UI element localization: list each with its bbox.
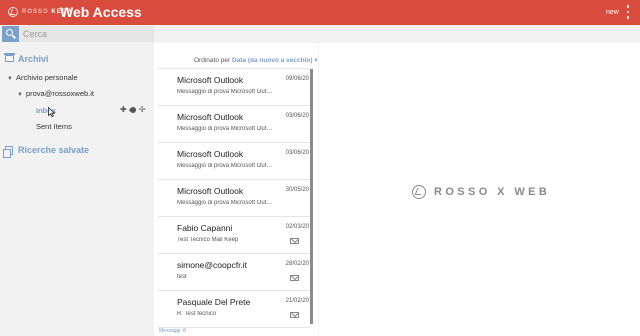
- message-preview: R: Test tecnico: [177, 311, 217, 317]
- message-preview: Messaggio di prova Microsoft Outlook: [177, 200, 273, 206]
- folder-actions: ✚ ✢: [120, 105, 146, 115]
- message-date: 03/06/20: [285, 150, 309, 156]
- user-menu[interactable]: new: [606, 9, 619, 16]
- message-row[interactable]: Microsoft Outlook 03/06/20 Messaggio di …: [158, 106, 310, 143]
- brand-text: ROSSO X WEB: [434, 186, 551, 198]
- search-input[interactable]: [20, 26, 154, 42]
- list-scrollbar[interactable]: [310, 69, 313, 324]
- brand-mark-icon: [412, 185, 426, 199]
- viewer-brand: ROSSO X WEB: [412, 185, 550, 199]
- message-preview: Messaggio di prova Microsoft Outlook: [177, 126, 273, 132]
- message-date: 21/02/20: [285, 298, 309, 304]
- pane-divider: [318, 43, 319, 336]
- message-row[interactable]: Pasquale Del Prete 21/02/20 R: Test tecn…: [158, 291, 310, 328]
- sort-selector[interactable]: Ordinato per Data (da nuovo a vecchio) ▾: [194, 56, 318, 64]
- personal-archive[interactable]: ▼ Archivio personale: [7, 73, 78, 82]
- message-row[interactable]: Microsoft Outlook 09/06/20 Messaggio di …: [158, 69, 310, 106]
- app-title: Web Access: [60, 4, 142, 20]
- logo-prefix: ROSSO: [22, 9, 49, 15]
- mouse-cursor-icon: [48, 107, 56, 117]
- message-date: 30/05/20: [285, 187, 309, 193]
- message-row[interactable]: simone@coopcfr.it 28/02/20 test: [158, 254, 310, 291]
- message-preview: Messaggio di prova Microsoft Outlook: [177, 163, 273, 169]
- personal-archive-label: Archivio personale: [15, 73, 78, 82]
- message-sender: simone@coopcfr.it: [177, 260, 248, 270]
- sort-prefix: Ordinato per: [194, 57, 231, 64]
- add-icon[interactable]: ✚: [120, 106, 127, 114]
- envelope-icon: [290, 238, 299, 244]
- more-vertical-icon[interactable]: [626, 5, 630, 19]
- logo-mark-icon: [8, 7, 18, 17]
- message-sender: Fabio Capanni: [177, 223, 233, 233]
- message-date: 03/06/20: [285, 113, 309, 119]
- envelope-icon: [290, 312, 299, 318]
- message-date: 09/06/20: [285, 76, 309, 82]
- chevron-down-icon: ▼: [7, 76, 13, 82]
- saved-searches-title[interactable]: Ricerche salvate: [18, 145, 89, 155]
- account-node[interactable]: ▼ prova@rossoxweb.it: [17, 89, 94, 98]
- message-date: 28/02/20: [285, 261, 309, 267]
- move-icon[interactable]: ✢: [139, 106, 146, 114]
- message-date: 02/03/20: [285, 224, 309, 230]
- message-row[interactable]: Fabio Capanni 02/03/20 Test Tecnico Mail…: [158, 217, 310, 254]
- message-sender: Microsoft Outlook: [177, 75, 244, 85]
- chevron-down-icon: ▼: [17, 92, 23, 98]
- message-row[interactable]: Microsoft Outlook 30/05/20 Messaggio di …: [158, 180, 310, 217]
- message-count: Messaggi: 8: [159, 328, 186, 334]
- sort-value: Data (da nuovo a vecchio): [231, 57, 313, 64]
- archive-icon: [4, 53, 15, 62]
- message-preview: Test Tecnico Mail Keep: [177, 237, 239, 243]
- message-row[interactable]: Microsoft Outlook 03/06/20 Messaggio di …: [158, 143, 310, 180]
- message-sender: Pasquale Del Prete: [177, 297, 251, 307]
- search-button[interactable]: [2, 26, 19, 42]
- message-sender: Microsoft Outlook: [177, 112, 244, 122]
- message-preview: test: [177, 274, 187, 280]
- message-sender: Microsoft Outlook: [177, 149, 244, 159]
- tag-icon[interactable]: [128, 105, 137, 115]
- account-label: prova@rossoxweb.it: [25, 89, 95, 98]
- folder-sent-items[interactable]: Sent Items: [36, 122, 72, 131]
- saved-searches-icon: [3, 146, 13, 158]
- message-sender: Microsoft Outlook: [177, 186, 244, 196]
- sidebar: [0, 43, 154, 336]
- archives-title[interactable]: Archivi: [18, 54, 49, 64]
- envelope-icon: [290, 275, 299, 281]
- message-preview: Messaggio di prova Microsoft Outlook: [177, 89, 273, 95]
